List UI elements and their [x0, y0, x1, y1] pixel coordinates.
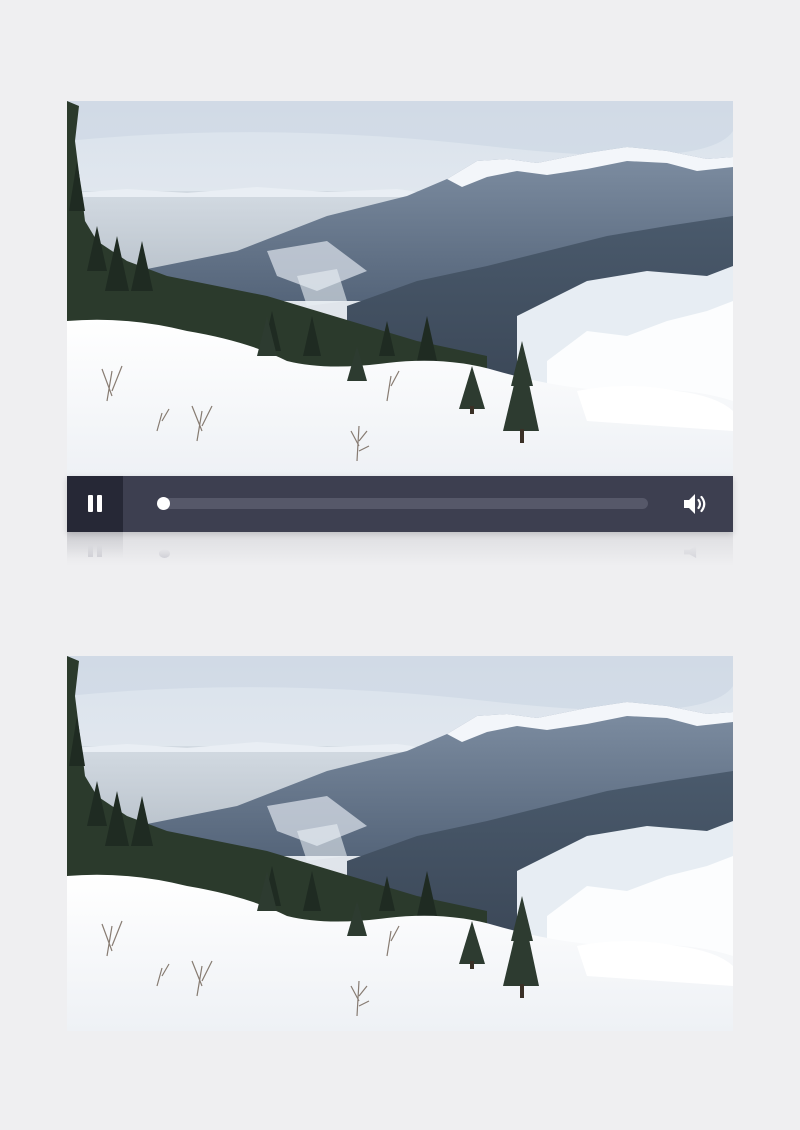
video-frame-playing[interactable] [67, 101, 733, 476]
speaker-shape [684, 494, 695, 514]
video-scene-snowy-mountains [67, 101, 733, 476]
reflection-pause-bar-left [88, 545, 93, 557]
reflection-gradient [67, 532, 733, 566]
reflection-pause-bar-right [97, 545, 102, 557]
reflection-volume-icon [684, 546, 697, 558]
reflection-button-area [67, 532, 123, 558]
reflection-seek-thumb [159, 549, 170, 558]
controls-reflection [67, 532, 733, 566]
sound-wave-small [697, 498, 702, 510]
seek-bar[interactable] [157, 497, 648, 510]
pause-button[interactable] [67, 476, 123, 532]
video-frame-preview [67, 656, 733, 1031]
video-scene-snowy-mountains-preview [67, 656, 733, 1031]
pause-icon-bar-left [88, 495, 93, 512]
volume-icon[interactable] [681, 490, 709, 518]
pause-icon-bar-right [97, 495, 102, 512]
video-controls-bar [67, 476, 733, 532]
page [0, 0, 800, 1130]
seek-bar-thumb[interactable] [157, 497, 170, 510]
sound-wave-large [700, 495, 706, 513]
